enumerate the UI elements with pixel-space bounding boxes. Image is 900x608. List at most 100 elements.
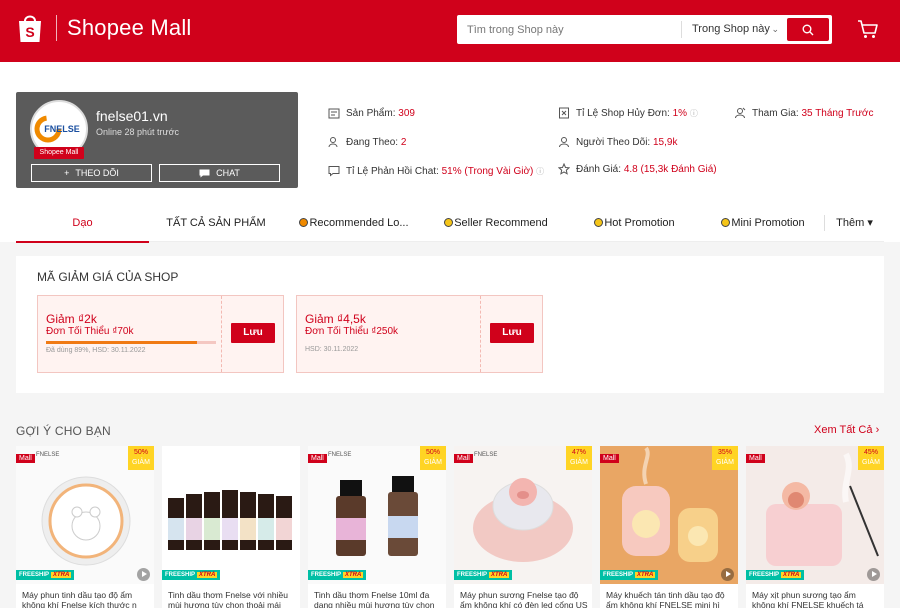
stat-value: 309 xyxy=(398,107,415,119)
chevron-down-icon: ⌄ xyxy=(771,24,779,34)
stat-label: Đánh Giá: xyxy=(576,163,624,175)
video-play-icon[interactable] xyxy=(867,568,880,581)
mall-tag: Mall xyxy=(16,454,35,463)
see-all-label: Xem Tất Cả xyxy=(814,424,873,436)
freeship-xtra-badge: FREESHIP XTRA xyxy=(162,570,221,580)
follow-button[interactable]: + THEO DÕI xyxy=(31,164,152,182)
followers-icon xyxy=(559,137,569,148)
product-card[interactable]: Mall FNELSE 50% GIẢM FREESHIP XTRA Tinh dầ… xyxy=(308,446,446,608)
recommend-title: GỢI Ý CHO BẠN xyxy=(16,424,111,438)
tab-all-products[interactable]: TẤT CẢ SẢN PHẨM xyxy=(149,205,283,242)
stat-rating: Đánh Giá: 4.8 (15,3k Đánh Giá) xyxy=(558,163,717,175)
search-scope-label: Trong Shop này xyxy=(692,23,770,35)
shop-name: fnelse01.vn xyxy=(96,108,168,124)
product-card[interactable]: Mall FNELSE 50% GIẢM FREESHIP XTRA Máy phu… xyxy=(16,446,154,608)
stat-cancel-rate: Tỉ Lệ Shop Hủy Đơn: 1% ⓘ xyxy=(558,107,698,119)
freeship-xtra-badge: FREESHIP XTRA xyxy=(16,570,75,580)
star-icon xyxy=(558,163,570,175)
shopee-mall-badge: Shopee Mall xyxy=(34,147,84,159)
voucher-amount: Giảm ₫4,5k xyxy=(305,312,366,326)
stat-following: Đang Theo: 2 xyxy=(328,136,406,148)
voucher-divider xyxy=(480,296,481,372)
discount-badge: 50% GIẢM xyxy=(420,446,446,470)
search-scope-select[interactable]: Trong Shop này ⌄ xyxy=(681,21,785,38)
info-icon[interactable]: ⓘ xyxy=(536,167,544,176)
tab-more[interactable]: Thêm ▾ xyxy=(825,205,884,242)
shopee-bag-icon: S xyxy=(19,15,41,42)
discount-badge: 45% GIẢM xyxy=(858,446,884,470)
chat-icon xyxy=(328,166,340,177)
tab-mini-promotion[interactable]: Mini Promotion xyxy=(702,205,824,242)
stat-label: Đang Theo: xyxy=(346,136,401,148)
save-voucher-button[interactable]: Lưu xyxy=(231,323,275,343)
tab-emoji-icon xyxy=(594,217,604,227)
search-button[interactable] xyxy=(787,18,829,41)
tab-emoji-icon xyxy=(444,217,454,227)
info-icon[interactable]: ⓘ xyxy=(690,109,698,118)
plus-icon: + xyxy=(64,168,70,178)
product-card[interactable]: Mall 45% GIẢM FREESHIP XTRA Máy xịt phun s… xyxy=(746,446,884,608)
cart-icon[interactable] xyxy=(857,18,879,40)
product-card[interactable]: Mall FNELSE 47% GIẢM FREESHIP XTRA Máy phu… xyxy=(454,446,592,608)
discount-badge: 35% GIẢM xyxy=(712,446,738,470)
freeship-xtra-badge: FREESHIP XTRA xyxy=(454,570,513,580)
cancel-icon xyxy=(559,107,569,119)
chevron-right-icon: › xyxy=(875,424,880,436)
search-input[interactable] xyxy=(457,15,679,44)
stat-value: 15,9k xyxy=(653,136,678,148)
tab-hot-promotion[interactable]: Hot Promotion xyxy=(567,205,702,242)
tab-label: Hot Promotion xyxy=(604,216,675,229)
video-play-icon[interactable] xyxy=(137,568,150,581)
tab-seller-recommend[interactable]: Seller Recommend xyxy=(425,205,567,242)
product-name: Tinh dầu thơm Fnelse 10ml đa dạng nhiều … xyxy=(314,590,435,608)
voucher-divider xyxy=(221,296,222,372)
follow-label: THEO DÕI xyxy=(75,168,119,178)
chat-label: CHAT xyxy=(216,168,240,178)
freeship-xtra-badge: FREESHIP XTRA xyxy=(600,570,659,580)
search-icon xyxy=(802,24,814,35)
tab-recommended-lo[interactable]: Recommended Lo... xyxy=(283,205,425,242)
product-card[interactable]: Mall 35% GIẢM FREESHIP XTRA Máy khuếch tán… xyxy=(600,446,738,608)
discount-badge: 50% GIẢM xyxy=(128,446,154,470)
stat-value: 2 xyxy=(400,136,407,148)
logo-divider xyxy=(56,15,57,41)
product-name: Máy khuếch tán tinh dầu tạo độ ẩm không … xyxy=(606,590,725,608)
voucher-min-order: Đơn Tối Thiểu ₫250k xyxy=(305,326,399,337)
stat-products: Sản Phẩm: 309 xyxy=(328,107,415,119)
tab-emoji-icon xyxy=(721,217,731,227)
stat-chat-response: Tỉ Lệ Phản Hồi Chat: 51% (Trong Vài Giờ)… xyxy=(328,165,544,177)
stat-value: 1% xyxy=(672,107,688,119)
chat-button[interactable]: CHAT xyxy=(159,164,280,182)
mall-tag: Mall xyxy=(746,454,765,463)
save-voucher-button[interactable]: Lưu xyxy=(490,323,534,343)
see-all-link[interactable]: Xem Tất Cả › xyxy=(814,424,879,436)
voucher-expiry: Đã dùng 89%, HSD: 30.11.2022 xyxy=(46,347,146,354)
stat-followers: Người Theo Dõi: 15,9k xyxy=(558,136,677,148)
voucher-amount: Giảm ₫2k xyxy=(46,312,97,326)
stat-label: Sản Phẩm: xyxy=(346,107,399,119)
chat-bubble-icon xyxy=(199,169,210,177)
voucher-card: Giảm ₫2k Đơn Tối Thiểu ₫70k Đã dùng 89%,… xyxy=(37,295,284,373)
freeship-xtra-badge: FREESHIP XTRA xyxy=(746,570,805,580)
shop-vouchers-panel: MÃ GIẢM GIÁ CỦA SHOP Giảm ₫2k Đơn Tối Th… xyxy=(16,256,884,393)
product-card[interactable]: FREESHIP XTRA Tinh dầu thơm Fnelse với nh… xyxy=(162,446,300,608)
product-name: Máy phun tinh dầu tạo độ ẩm không khí Fn… xyxy=(22,590,137,608)
stat-value: 4.8 (15,3k Đánh Giá) xyxy=(623,163,717,175)
user-add-icon xyxy=(328,137,338,148)
svg-text:FNELSE: FNELSE xyxy=(44,124,80,134)
stat-value: 51% (Trong Vài Giờ) xyxy=(441,165,534,177)
shop-card: FNELSE Shopee Mall fnelse01.vn Online 28… xyxy=(16,92,298,188)
voucher-card: Giảm ₫4,5k Đơn Tối Thiểu ₫250k HSD: 30.1… xyxy=(296,295,543,373)
person-icon xyxy=(735,107,746,119)
stat-label: Tham Gia: xyxy=(752,107,802,119)
mall-tag: Mall xyxy=(454,454,473,463)
tab-label: Mini Promotion xyxy=(731,216,805,229)
logo-text: Shopee Mall xyxy=(67,15,192,40)
discount-badge: 47% GIẢM xyxy=(566,446,592,470)
stat-joined: Tham Gia: 35 Tháng Trước xyxy=(734,107,873,119)
shopee-mall-logo[interactable]: S Shopee Mall xyxy=(16,12,192,44)
stat-label: Người Theo Dõi: xyxy=(576,136,653,148)
video-play-icon[interactable] xyxy=(721,568,734,581)
tab-explore[interactable]: Dạo xyxy=(16,205,149,243)
tab-label: Recommended Lo... xyxy=(309,216,409,229)
